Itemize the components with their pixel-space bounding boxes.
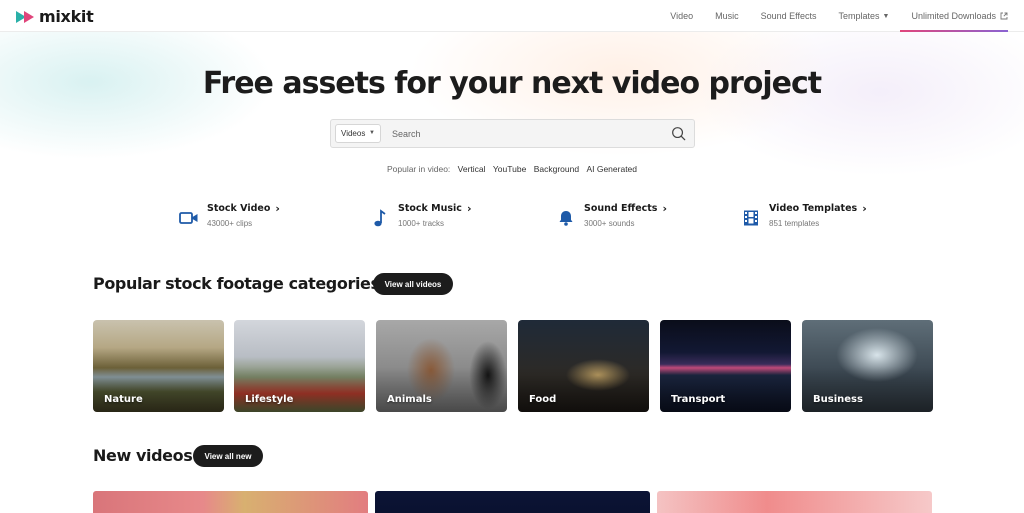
category-card-food[interactable]: Food — [518, 320, 649, 412]
search-type-value: Videos — [341, 129, 366, 138]
category-card-animals[interactable]: Animals — [376, 320, 507, 412]
film-strip-icon — [740, 207, 762, 229]
search-type-select[interactable]: Videos ▼ — [335, 124, 381, 143]
search-bar: Videos ▼ — [330, 119, 695, 148]
bell-icon — [555, 207, 577, 229]
popular-label: Popular in video: — [386, 164, 451, 174]
logo-text: mixkit — [39, 6, 94, 26]
asset-count: 43000+ clips — [207, 219, 253, 228]
asset-video-templates[interactable]: Video Templates › 851 templates — [740, 202, 867, 229]
logo-mark-icon — [16, 9, 36, 23]
nav-sound-effects[interactable]: Sound Effects — [750, 0, 828, 32]
category-label: Business — [813, 394, 863, 405]
external-link-icon — [1000, 12, 1008, 20]
top-header: mixkit Video Music Sound Effects Templat… — [0, 0, 1024, 32]
asset-count: 1000+ tracks — [398, 219, 445, 228]
nav-unlimited-label: Unlimited Downloads — [911, 11, 996, 21]
chevron-right-icon: › — [466, 202, 472, 215]
search-icon[interactable] — [671, 126, 686, 141]
asset-count: 851 templates — [769, 219, 820, 228]
caret-down-icon: ▼ — [882, 12, 890, 20]
popular-link-youtube[interactable]: YouTube — [493, 164, 526, 174]
new-video-thumbnail[interactable] — [657, 491, 932, 513]
nav-templates[interactable]: Templates ▼ — [827, 0, 900, 32]
logo[interactable]: mixkit — [16, 6, 94, 26]
asset-title: Sound Effects — [584, 203, 658, 214]
asset-title: Stock Music — [398, 203, 462, 214]
nav-unlimited-downloads[interactable]: Unlimited Downloads — [900, 0, 1024, 32]
asset-title: Stock Video — [207, 203, 271, 214]
music-note-icon — [369, 207, 391, 229]
asset-sound-effects[interactable]: Sound Effects › 3000+ sounds — [555, 202, 667, 229]
nav-templates-label: Templates — [838, 11, 880, 21]
popular-link-ai-generated[interactable]: AI Generated — [586, 164, 637, 174]
category-card-business[interactable]: Business — [802, 320, 933, 412]
category-label: Lifestyle — [245, 394, 294, 405]
search-input[interactable] — [392, 128, 662, 139]
asset-title: Video Templates — [769, 203, 858, 214]
asset-stock-video[interactable]: Stock Video › 43000+ clips — [178, 202, 280, 229]
nav-music[interactable]: Music — [704, 0, 750, 32]
main-nav: Video Music Sound Effects Templates ▼ Un… — [659, 0, 1024, 32]
category-card-transport[interactable]: Transport — [660, 320, 791, 412]
asset-count: 3000+ sounds — [584, 219, 635, 228]
caret-down-icon: ▼ — [369, 130, 375, 136]
chevron-right-icon: › — [662, 202, 668, 215]
category-card-nature[interactable]: Nature — [93, 320, 224, 412]
new-videos-section-title: New videos — [93, 446, 193, 465]
popular-link-vertical[interactable]: Vertical — [458, 164, 486, 174]
popular-searches: Popular in video: Vertical YouTube Backg… — [0, 164, 1024, 174]
view-all-new-button[interactable]: View all new — [193, 445, 263, 467]
video-camera-icon — [178, 207, 200, 229]
hero-title: Free assets for your next video project — [202, 66, 822, 101]
view-all-videos-button[interactable]: View all videos — [373, 273, 453, 295]
category-label: Animals — [387, 394, 432, 405]
category-label: Nature — [104, 394, 143, 405]
popular-link-background[interactable]: Background — [534, 164, 579, 174]
nav-video[interactable]: Video — [659, 0, 704, 32]
category-label: Food — [529, 394, 557, 405]
chevron-right-icon: › — [862, 202, 867, 215]
category-label: Transport — [671, 394, 726, 405]
asset-stock-music[interactable]: Stock Music › 1000+ tracks — [369, 202, 471, 229]
new-video-thumbnail[interactable] — [93, 491, 368, 513]
new-video-thumbnail[interactable] — [375, 491, 650, 513]
chevron-right-icon: › — [275, 202, 280, 215]
categories-section-title: Popular stock footage categories — [93, 274, 380, 293]
category-card-lifestyle[interactable]: Lifestyle — [234, 320, 365, 412]
